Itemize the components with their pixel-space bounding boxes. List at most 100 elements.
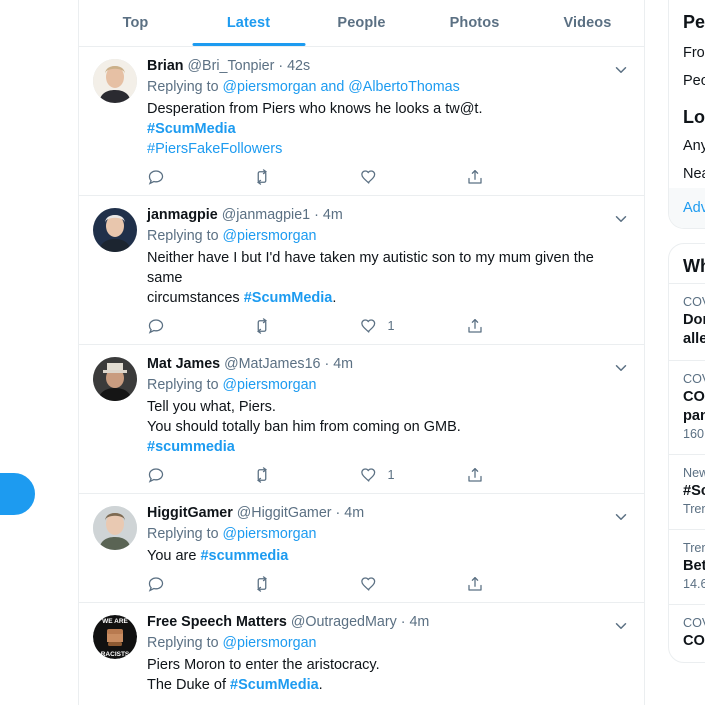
tab-photos-label: Photos (449, 15, 500, 31)
tweet-item[interactable]: Mat James @MatJames16 · 4m Replying to @p… (79, 345, 644, 494)
compose-tweet-button[interactable] (0, 470, 38, 518)
right-sidebar: People From anyone People you follow Loc… (668, 0, 705, 705)
tab-photos[interactable]: Photos (418, 0, 531, 46)
display-name[interactable]: Free Speech Matters (147, 614, 287, 630)
tweet-text: Tell you what, Piers. You should totally … (147, 397, 610, 457)
display-name[interactable]: HiggitGamer (147, 505, 233, 521)
timestamp[interactable]: 4m (323, 207, 343, 223)
avatar[interactable] (93, 59, 137, 103)
trend-item[interactable]: News · Trending #ScumMedia Trending in Uni… (669, 454, 705, 529)
separator-dot: · (278, 58, 284, 74)
tweet-text-line: #ScumMedia (147, 119, 610, 139)
trend-item[interactable]: COVID-19 · LIVE COVID-19 vaccine rollout … (669, 360, 705, 454)
user-handle[interactable]: @MatJames16 (224, 356, 320, 372)
user-handle[interactable]: @HiggitGamer (237, 505, 332, 521)
tweet-item[interactable]: janmagpie @janmagpie1 · 4m Replying to @p… (79, 196, 644, 345)
hashtag-link[interactable]: #scummedia (200, 548, 288, 564)
separator-dot: · (314, 207, 319, 223)
tweet-header: Brian @Bri_Tonpier · 42s (147, 57, 610, 76)
avatar[interactable] (93, 506, 137, 550)
reply-mentions[interactable]: @piersmorgan (223, 228, 317, 244)
trend-name: COVID-19 (683, 633, 705, 649)
tab-top[interactable]: Top (79, 0, 192, 46)
chevron-down-icon[interactable] (612, 359, 630, 377)
filter-location-near-you[interactable]: Near you (669, 160, 705, 188)
tab-videos-label: Videos (563, 15, 612, 31)
filter-people-anyone[interactable]: From anyone (669, 39, 705, 67)
hashtag-link[interactable]: #ScumMedia (147, 121, 236, 137)
avatar[interactable]: WE ARE RACISTS (93, 615, 137, 659)
like-action[interactable] (360, 168, 466, 186)
tweet-item[interactable]: Brian @Bri_Tonpier · 42s Replying to @pie… (79, 47, 644, 196)
avatar-wrap: WE ARE RACISTS (93, 613, 142, 705)
hashtag-link[interactable]: #ScumMedia (230, 677, 319, 693)
hashtag-link[interactable]: #scummedia (147, 439, 235, 455)
reply-mentions[interactable]: @piersmorgan (223, 377, 317, 393)
reply-action[interactable] (147, 466, 253, 484)
tweet-header: Free Speech Matters @OutragedMary · 4m (147, 613, 610, 632)
chevron-down-icon[interactable] (612, 61, 630, 79)
timestamp[interactable]: 42s (287, 58, 310, 74)
trend-item[interactable]: Trending in United Kingdom Bethany 14.6K T… (669, 529, 705, 604)
display-name[interactable]: janmagpie (147, 207, 218, 223)
retweet-action[interactable] (253, 575, 359, 593)
like-action[interactable] (360, 575, 466, 593)
whats-happening-title: What's happening (683, 256, 705, 276)
tab-videos[interactable]: Videos (531, 0, 644, 46)
advanced-search-link[interactable]: Advanced search (669, 188, 705, 228)
reply-mentions[interactable]: @piersmorgan (223, 526, 317, 542)
tweet-item[interactable]: HiggitGamer @HiggitGamer · 4m Replying to… (79, 494, 644, 603)
tab-latest[interactable]: Latest (192, 0, 305, 46)
tweet-actions (147, 575, 572, 598)
tweet-text-line: Piers Moron to enter the aristocracy. (147, 657, 380, 673)
filters-people-title: People (683, 12, 705, 32)
tweet-body: HiggitGamer @HiggitGamer · 4m Replying to… (142, 504, 632, 598)
share-action[interactable] (466, 575, 572, 593)
trend-category: Trending in United Kingdom (683, 541, 705, 555)
share-action[interactable] (466, 168, 572, 186)
tab-latest-label: Latest (226, 15, 271, 31)
display-name[interactable]: Mat James (147, 356, 220, 372)
tweet-text-line: Tell you what, Piers. (147, 399, 276, 415)
trend-name: Donald Trump claims US death toll allega… (683, 312, 705, 347)
chevron-down-icon[interactable] (612, 508, 630, 526)
retweet-action[interactable] (253, 466, 359, 484)
retweet-action[interactable] (253, 317, 359, 335)
like-icon (360, 317, 378, 335)
timestamp[interactable]: 4m (333, 356, 353, 372)
timestamp[interactable]: 4m (409, 614, 429, 630)
reply-action[interactable] (147, 575, 253, 593)
user-handle[interactable]: @janmagpie1 (222, 207, 310, 223)
tweet-header: janmagpie @janmagpie1 · 4m (147, 206, 610, 225)
hashtag-link[interactable]: #ScumMedia (244, 290, 333, 306)
filter-people-following[interactable]: People you follow (669, 67, 705, 95)
chevron-down-icon[interactable] (612, 617, 630, 635)
tweet-item[interactable]: WE ARE RACISTS Free Speech Matters @Outrag… (79, 603, 644, 705)
reply-mentions[interactable]: @piersmorgan and @AlbertoThomas (223, 79, 460, 95)
filter-location-anywhere[interactable]: Anywhere (669, 132, 705, 160)
share-action[interactable] (466, 466, 572, 484)
share-action[interactable] (466, 317, 572, 335)
trend-category: News · Trending (683, 466, 705, 480)
tweet-text: Piers Moron to enter the aristocracy. The… (147, 655, 610, 695)
trend-item[interactable]: COVID-19 · LIVE Donald Trump claims US de… (669, 283, 705, 360)
retweet-action[interactable] (253, 168, 359, 186)
avatar[interactable] (93, 208, 137, 252)
avatar[interactable] (93, 357, 137, 401)
chevron-down-icon[interactable] (612, 210, 630, 228)
hashtag-link[interactable]: #PiersFakeFollowers (147, 141, 282, 157)
reply-action[interactable] (147, 168, 253, 186)
display-name[interactable]: Brian (147, 58, 184, 74)
reply-mentions[interactable]: @piersmorgan (223, 635, 317, 651)
trend-item[interactable]: COVID-19 · LIVE COVID-19 (669, 604, 705, 662)
reply-action[interactable] (147, 317, 253, 335)
like-action[interactable]: 1 (360, 317, 466, 335)
timestamp[interactable]: 4m (344, 505, 364, 521)
user-handle[interactable]: @Bri_Tonpier (188, 58, 275, 74)
reply-prefix: Replying to (147, 526, 223, 542)
like-count: 1 (387, 468, 395, 482)
like-action[interactable]: 1 (360, 466, 466, 484)
tweet-text-line: #scummedia (147, 437, 610, 457)
tab-people[interactable]: People (305, 0, 418, 46)
user-handle[interactable]: @OutragedMary (291, 614, 397, 630)
